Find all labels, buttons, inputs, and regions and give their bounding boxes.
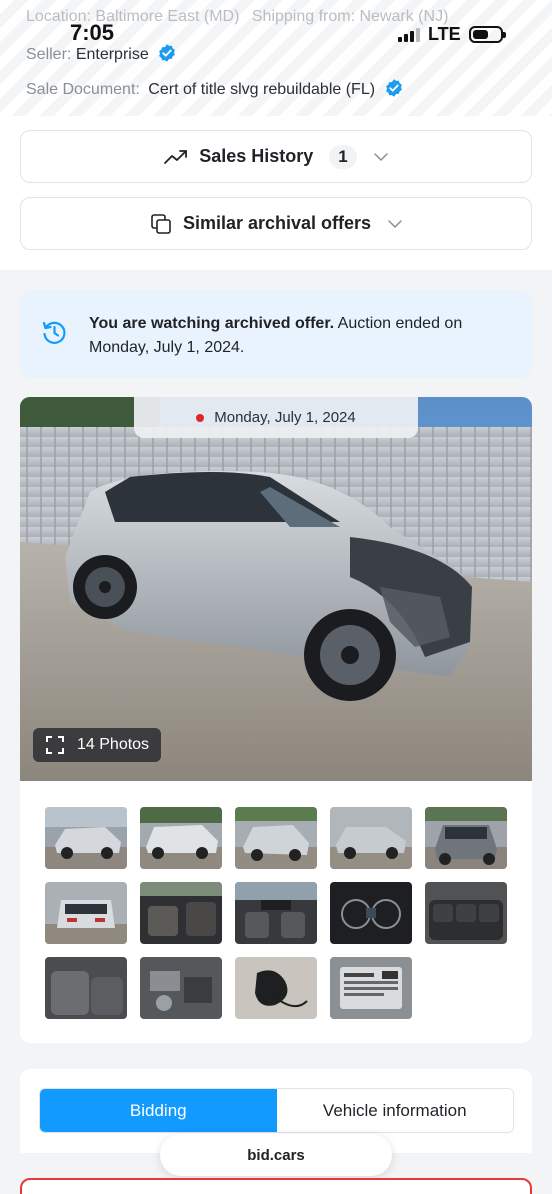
history-section: Sales History 1 Similar archival offers: [0, 116, 552, 270]
seller-row: Seller: Enterprise: [26, 43, 177, 64]
notice-bold-text: You are watching archived offer.: [89, 315, 335, 332]
thumbnail[interactable]: [45, 957, 127, 1019]
history-icon: [42, 321, 66, 344]
shipping-value: Newark (NJ): [359, 8, 449, 25]
chevron-down-icon: [374, 152, 388, 161]
thumbnail[interactable]: [425, 882, 507, 944]
vehicle-photo-image: [20, 397, 532, 781]
thumbnail[interactable]: [235, 957, 317, 1019]
photo-gallery-card: Monday, July 1, 2024 14 Photos: [20, 397, 532, 1043]
sale-document-value: Cert of title slvg rebuildable (FL): [148, 81, 376, 98]
thumbnail[interactable]: [330, 882, 412, 944]
sale-document-label: Sale Document:: [26, 81, 140, 98]
thumbnail[interactable]: [140, 957, 222, 1019]
thumbnail[interactable]: [330, 957, 412, 1019]
status-time: 7:05: [70, 20, 115, 45]
network-label: LTE: [428, 24, 461, 44]
chevron-down-icon: [388, 219, 402, 228]
similar-offers-label: Similar archival offers: [182, 213, 372, 233]
signal-icon: [398, 27, 420, 42]
trend-icon: [164, 149, 188, 164]
similar-offers-toggle[interactable]: Similar archival offers: [20, 197, 532, 250]
thumbnail[interactable]: [140, 882, 222, 944]
fullscreen-icon: [46, 736, 64, 754]
sales-history-toggle[interactable]: Sales History 1: [20, 130, 532, 183]
photos-count-button[interactable]: 14 Photos: [33, 728, 162, 762]
auction-date: Monday, July 1, 2024: [214, 409, 356, 426]
seller-label: Seller:: [26, 46, 72, 63]
verified-badge-icon: [159, 44, 176, 62]
status-indicators: LTE: [398, 24, 506, 45]
thumbnail[interactable]: [45, 882, 127, 944]
auction-date-pill: Monday, July 1, 2024: [134, 397, 418, 438]
thumbnail[interactable]: [425, 807, 507, 869]
thumbnail[interactable]: [45, 807, 127, 869]
thumbnail[interactable]: [140, 807, 222, 869]
copy-icon: [151, 213, 171, 234]
browser-url-bar[interactable]: bid.cars: [160, 1134, 392, 1176]
archived-offer-notice: You are watching archived offer. Auction…: [20, 290, 532, 378]
main-vehicle-photo[interactable]: Monday, July 1, 2024 14 Photos: [20, 397, 532, 781]
listing-info-card: Location: Baltimore East (MD) Shipping f…: [0, 0, 552, 116]
seller-value: Enterprise: [75, 46, 149, 63]
thumbnail[interactable]: [235, 882, 317, 944]
thumbnail[interactable]: [330, 807, 412, 869]
live-dot-icon: [196, 413, 205, 422]
offer-tabs: Bidding Vehicle information: [39, 1088, 514, 1133]
tab-vehicle-information[interactable]: Vehicle information: [276, 1089, 513, 1132]
shipping-label: Shipping from:: [251, 8, 356, 25]
thumbnail[interactable]: [235, 807, 317, 869]
battery-icon: [468, 26, 506, 43]
location-value: Baltimore East (MD): [95, 8, 240, 25]
tab-bidding[interactable]: Bidding: [40, 1089, 277, 1132]
sale-document-row: Sale Document: Cert of title slvg rebuil…: [26, 78, 404, 99]
verified-badge-icon: [385, 79, 402, 97]
sales-history-label: Sales History: [199, 146, 314, 166]
sales-history-count: 1: [329, 144, 357, 169]
notice-text: You are watching archived offer. Auction…: [89, 312, 509, 360]
photos-count-label: 14 Photos: [77, 736, 150, 753]
alert-box: [20, 1178, 532, 1194]
